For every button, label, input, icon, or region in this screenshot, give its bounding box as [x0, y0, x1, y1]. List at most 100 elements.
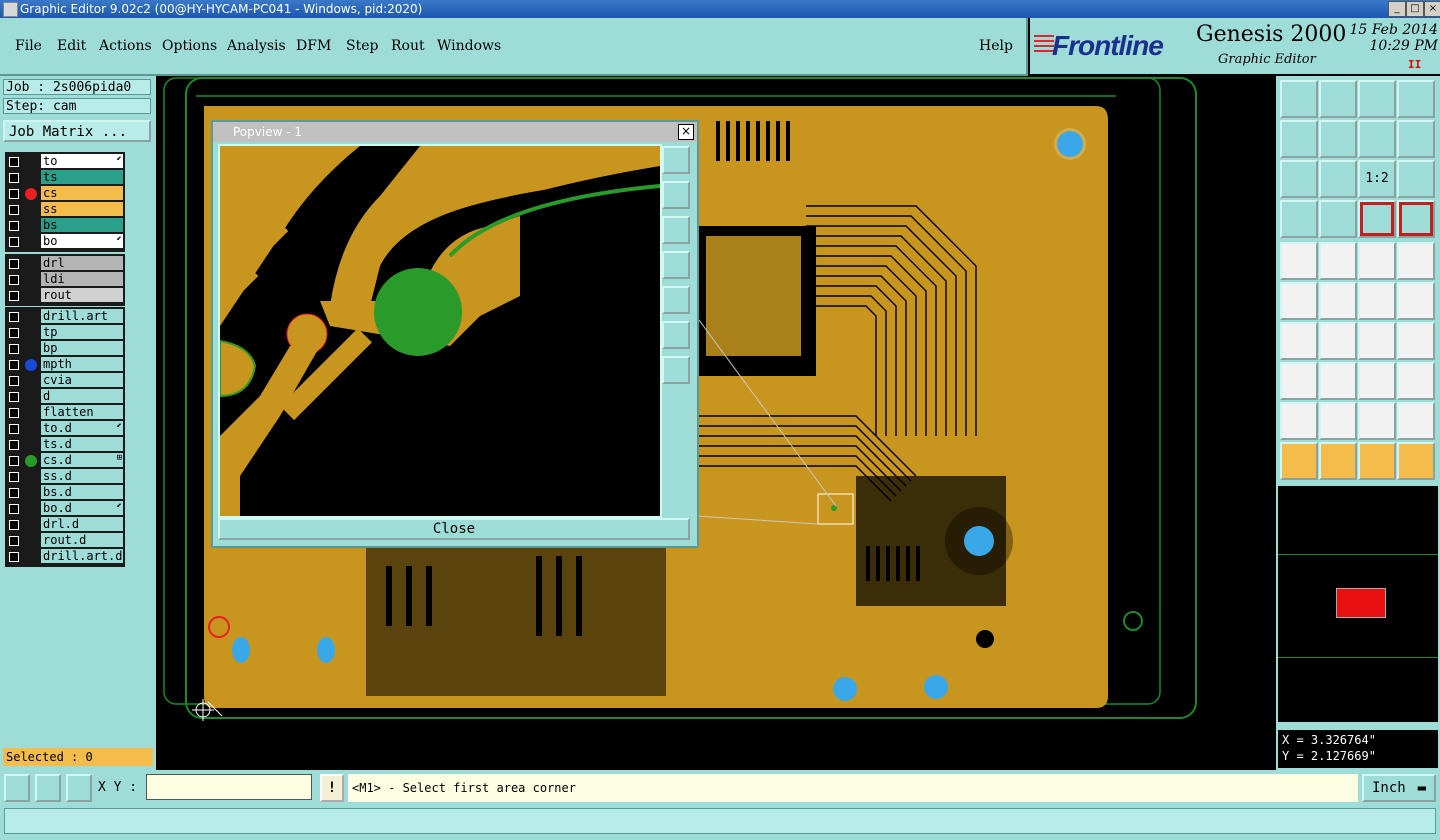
layer-checkbox[interactable] [9, 536, 19, 546]
layer-name[interactable]: to [41, 154, 123, 168]
triangle-add-icon[interactable] [1280, 402, 1318, 440]
units-dropdown[interactable]: Inch ▬ [1362, 774, 1436, 802]
popview-canvas[interactable] [218, 144, 662, 518]
layer-checkbox[interactable] [9, 328, 19, 338]
menu-edit[interactable]: Edit [57, 38, 86, 54]
layer-row[interactable]: bs.d [5, 485, 125, 500]
layer-checkbox[interactable] [9, 157, 19, 167]
cross-delete-icon[interactable] [1319, 282, 1357, 320]
layer-checkbox[interactable] [9, 173, 19, 183]
split-icon[interactable] [1397, 322, 1435, 360]
pan-right-icon[interactable] [1319, 120, 1357, 158]
select-arrow-icon[interactable] [1358, 442, 1396, 480]
menu-step[interactable]: Step [346, 38, 378, 54]
layer-name[interactable]: flatten [41, 405, 123, 419]
layer-row[interactable]: ldi [5, 272, 125, 287]
layer-name[interactable]: rout [41, 288, 123, 302]
layer-name[interactable]: drl [41, 256, 123, 270]
minimize-button[interactable]: _ [1388, 1, 1406, 17]
measure-icon[interactable] [35, 774, 61, 802]
xy-input[interactable] [146, 774, 312, 800]
popview-left-icon[interactable] [662, 251, 690, 279]
popview-fit-icon[interactable] [662, 356, 690, 384]
layer-row[interactable]: ss [5, 202, 125, 217]
layer-row[interactable]: bo ⬋ [5, 234, 125, 249]
popview-zoom-out-icon[interactable] [662, 321, 690, 349]
overview-view-rectangle[interactable] [1336, 588, 1386, 618]
layer-name[interactable]: bo [41, 234, 123, 248]
layer-checkbox[interactable] [9, 275, 19, 285]
layer-name[interactable]: bs [41, 218, 123, 232]
layer-checkbox[interactable] [9, 456, 19, 466]
minus-line-icon[interactable] [1319, 362, 1357, 400]
maximize-button[interactable]: □ [1406, 1, 1424, 17]
layer-name[interactable]: drill.art [41, 309, 123, 323]
layer-name[interactable]: bo.d [41, 501, 123, 515]
layer-row[interactable]: drl.d [5, 517, 125, 532]
menu-help[interactable]: Help [979, 38, 1013, 54]
snap-icon[interactable] [4, 774, 30, 802]
zoom-out-icon[interactable] [1319, 80, 1357, 118]
layer-name[interactable]: to.d [41, 421, 123, 435]
layer-checkbox[interactable] [9, 408, 19, 418]
layer-checkbox[interactable] [9, 472, 19, 482]
layer-checkbox[interactable] [9, 291, 19, 301]
measure-tool-icon[interactable] [1280, 200, 1318, 238]
menu-analysis[interactable]: Analysis [227, 38, 286, 54]
menu-file[interactable]: File [15, 38, 42, 54]
layer-checkbox[interactable] [9, 344, 19, 354]
pan-left-icon[interactable] [1280, 120, 1318, 158]
layer-row[interactable]: d [5, 389, 125, 404]
layer-name[interactable]: rout.d [41, 533, 123, 547]
layer-row[interactable]: rout.d [5, 533, 125, 548]
layer-checkbox[interactable] [9, 360, 19, 370]
pause-icon[interactable]: II [1408, 58, 1421, 71]
layer-row[interactable]: drl [5, 256, 125, 271]
layer-row[interactable]: rout [5, 288, 125, 303]
draw-line-icon[interactable] [1319, 242, 1357, 280]
layer-name[interactable]: cs [41, 186, 123, 200]
layer-row[interactable]: drill.art [5, 309, 125, 324]
group-icon[interactable] [1397, 362, 1435, 400]
popview-up-icon[interactable] [662, 181, 690, 209]
layer-name[interactable]: tp [41, 325, 123, 339]
layer-row[interactable]: to.d ⬋ [5, 421, 125, 436]
popview-close-icon[interactable]: × [678, 124, 694, 140]
fit-profile-icon[interactable] [1319, 160, 1357, 198]
layer-checkbox[interactable] [9, 520, 19, 530]
layer-row[interactable]: bo.d ⬋ [5, 501, 125, 516]
layer-name[interactable]: cvia [41, 373, 123, 387]
popview-down-icon[interactable] [662, 216, 690, 244]
window-icon[interactable] [1397, 80, 1435, 118]
layer-checkbox[interactable] [9, 552, 19, 562]
pan-back-icon[interactable] [1358, 120, 1396, 158]
redraw-icon[interactable] [1397, 120, 1435, 158]
popview-zoom-icon[interactable] [662, 146, 690, 174]
pad-move-icon[interactable] [1280, 362, 1318, 400]
pointer-icon[interactable] [1280, 442, 1318, 480]
layer-checkbox[interactable] [9, 376, 19, 386]
fit-screen-icon[interactable] [1280, 160, 1318, 198]
layer-name[interactable]: drl.d [41, 517, 123, 531]
warning-button[interactable]: ! [320, 774, 344, 802]
zoom-in-icon[interactable] [1280, 80, 1318, 118]
diagonal-line-icon[interactable] [1319, 322, 1357, 360]
menu-actions[interactable]: Actions [99, 38, 152, 54]
grid-snap-icon[interactable] [66, 774, 92, 802]
layer-checkbox[interactable] [9, 424, 19, 434]
layer-row[interactable]: ss.d [5, 469, 125, 484]
job-matrix-button[interactable]: Job Matrix ... [3, 120, 151, 142]
circle-pad-icon[interactable] [1397, 242, 1435, 280]
layer-checkbox[interactable] [9, 259, 19, 269]
angle-line-icon[interactable] [1280, 322, 1318, 360]
layer-checkbox[interactable] [9, 189, 19, 199]
layer-checkbox[interactable] [9, 488, 19, 498]
layer-name[interactable]: d [41, 389, 123, 403]
close-window-button[interactable]: × [1424, 1, 1440, 17]
menu-windows[interactable]: Windows [437, 38, 501, 54]
menu-options[interactable]: Options [162, 38, 217, 54]
layer-row[interactable]: drill.art.d [5, 549, 125, 564]
layer-row[interactable]: cs [5, 186, 125, 201]
arch-cut-icon[interactable] [1397, 402, 1435, 440]
layer-name[interactable]: bp [41, 341, 123, 355]
